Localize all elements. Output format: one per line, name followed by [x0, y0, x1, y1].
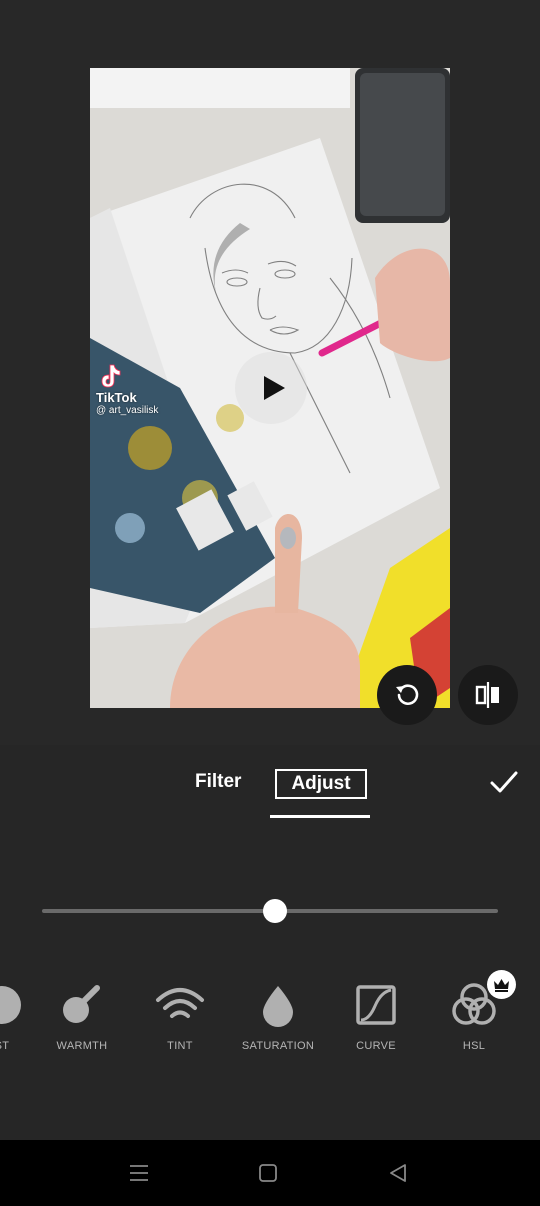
tiktok-logo-icon — [101, 364, 121, 388]
menu-button[interactable] — [124, 1160, 154, 1186]
checkmark-icon — [490, 771, 518, 793]
tool-label: HSL — [462, 1040, 486, 1052]
mirror-button[interactable] — [458, 665, 518, 725]
confirm-button[interactable] — [488, 768, 520, 798]
tool-warmth[interactable]: WARMTH — [37, 982, 127, 1052]
play-icon — [263, 376, 285, 400]
warmth-icon — [37, 982, 127, 1028]
back-icon — [390, 1164, 406, 1182]
menu-icon — [130, 1165, 148, 1181]
tint-icon — [135, 982, 225, 1028]
rotate-icon — [396, 684, 419, 705]
crown-icon — [494, 978, 509, 992]
tab-filter[interactable]: Filter — [195, 771, 241, 793]
play-button[interactable] — [235, 352, 307, 424]
tool-label: WARMTH — [56, 1040, 108, 1052]
curve-icon — [331, 982, 421, 1028]
mirror-icon — [475, 682, 499, 708]
tool-curve[interactable]: CURVE — [331, 982, 421, 1052]
premium-badge — [487, 970, 516, 999]
tool-saturation[interactable]: SATURATION — [233, 982, 323, 1052]
saturation-icon — [233, 982, 323, 1028]
tool-label: TINT — [167, 1040, 193, 1052]
tool-label: CURVE — [356, 1040, 396, 1052]
watermark-handle: @ art_vasilisk — [96, 405, 159, 416]
system-nav-bar — [0, 1140, 540, 1206]
back-button[interactable] — [383, 1160, 413, 1186]
home-icon — [259, 1164, 277, 1182]
active-tab-indicator — [270, 815, 370, 818]
tiktok-watermark: TikTok @ art_vasilisk — [96, 362, 158, 416]
rotate-button[interactable] — [377, 665, 437, 725]
home-button[interactable] — [253, 1160, 283, 1186]
tool-tint[interactable]: TINT — [135, 982, 225, 1052]
adjust-slider-thumb[interactable] — [262, 899, 287, 923]
tool-label: SATURATION — [241, 1040, 315, 1052]
tab-adjust[interactable]: Adjust — [275, 769, 367, 799]
edit-tabs: Filter Adjust — [0, 768, 540, 818]
video-preview-area: TikTok @ art_vasilisk — [0, 0, 540, 745]
watermark-brand: TikTok — [96, 390, 137, 405]
